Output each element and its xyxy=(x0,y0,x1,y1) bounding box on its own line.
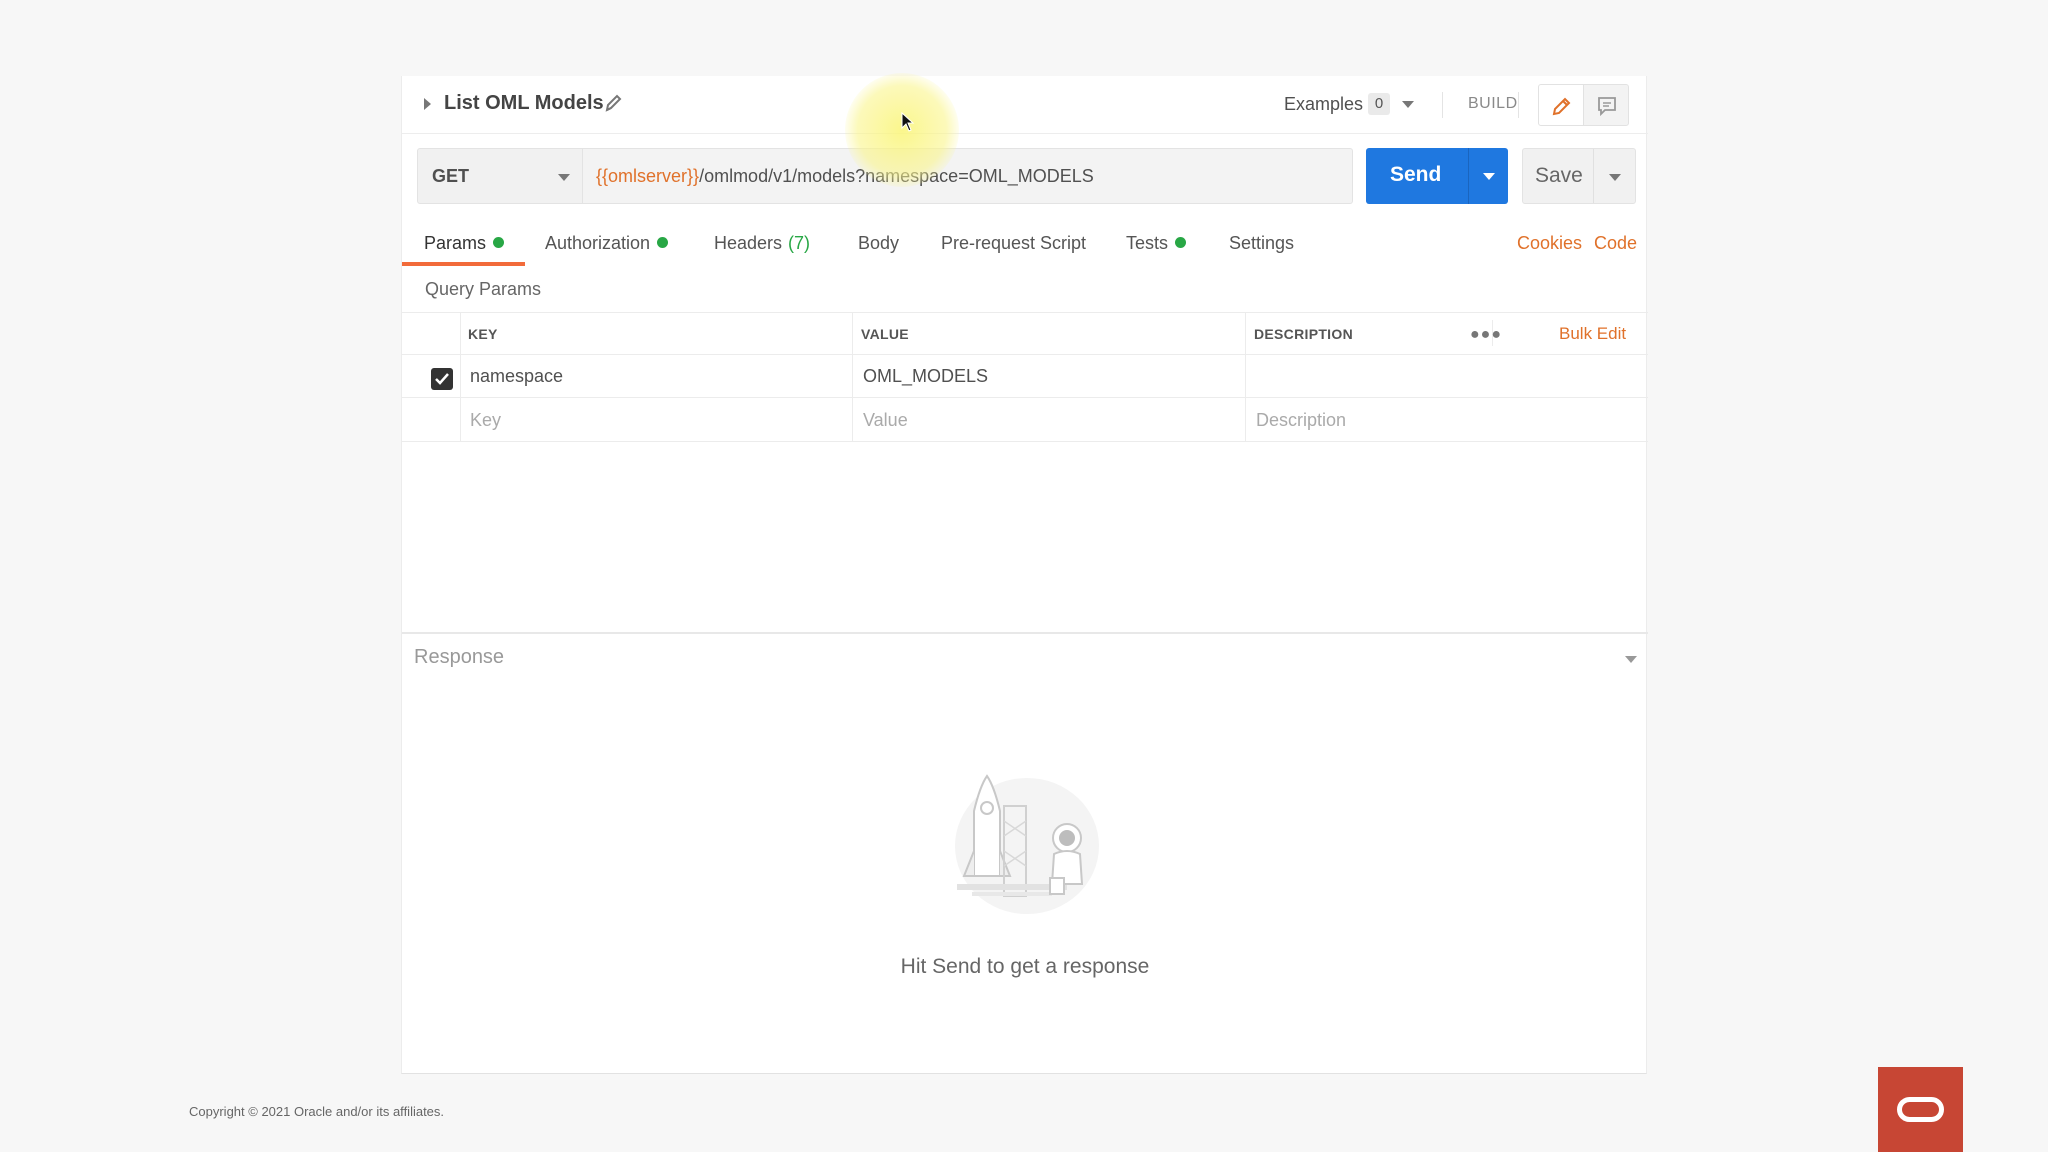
table-border xyxy=(402,354,1648,355)
pencil-icon xyxy=(1552,97,1571,116)
tab-params[interactable]: Params xyxy=(424,233,505,254)
chevron-down-icon xyxy=(558,174,570,181)
table-border xyxy=(1245,312,1246,441)
tab-authorization[interactable]: Authorization xyxy=(545,233,669,254)
more-options-icon[interactable]: ●●● xyxy=(1470,326,1502,344)
rename-pencil-icon[interactable] xyxy=(604,92,624,114)
cookies-link[interactable]: Cookies xyxy=(1517,233,1582,254)
save-label: Save xyxy=(1535,164,1583,187)
oracle-logo xyxy=(1878,1067,1963,1152)
copyright-text: Copyright © 2021 Oracle and/or its affil… xyxy=(189,1104,445,1119)
param-enabled-checkbox[interactable] xyxy=(431,368,453,390)
tab-headers[interactable]: Headers (7) xyxy=(714,233,810,254)
divider xyxy=(1518,92,1519,118)
tab-count: (7) xyxy=(788,233,811,253)
examples-count-badge: 0 xyxy=(1368,93,1390,115)
status-dot xyxy=(1175,237,1187,248)
table-border xyxy=(460,312,461,441)
url-variable: {{omlserver}} xyxy=(596,166,700,186)
empty-response-message: Hit Send to get a response xyxy=(900,955,1150,978)
code-link[interactable]: Code xyxy=(1594,233,1637,254)
new-value-input[interactable]: Value xyxy=(863,410,908,431)
checkmark-icon xyxy=(435,373,449,385)
tab-label: Body xyxy=(858,233,900,253)
response-divider[interactable] xyxy=(402,632,1648,634)
response-collapse-chevron-icon[interactable] xyxy=(1625,656,1637,663)
examples-chevron-down-icon[interactable] xyxy=(1402,101,1414,108)
tab-label: Headers xyxy=(714,233,783,253)
tab-label: Params xyxy=(424,233,487,253)
divider xyxy=(1593,149,1594,203)
new-description-input[interactable]: Description xyxy=(1256,410,1346,431)
table-border xyxy=(402,441,1648,442)
status-dot xyxy=(657,237,669,248)
tab-label: Pre-request Script xyxy=(941,233,1087,253)
comment-icon xyxy=(1598,97,1616,117)
oracle-ring-icon xyxy=(1897,1097,1944,1122)
tab-label: Authorization xyxy=(545,233,651,253)
table-border xyxy=(402,397,1648,398)
request-panel: List OML Models Examples 0 BUILD GET {{o… xyxy=(401,76,1648,1074)
collapse-caret-icon[interactable] xyxy=(424,98,431,110)
send-options-chevron-down-icon[interactable] xyxy=(1483,173,1495,180)
url-text: {{omlserver}}/omlmod/v1/models?namespace… xyxy=(596,166,1094,187)
divider xyxy=(1468,148,1469,204)
tab-body[interactable]: Body xyxy=(858,233,899,254)
tab-label: Tests xyxy=(1126,233,1169,253)
comments-button[interactable] xyxy=(1583,84,1629,126)
new-key-input[interactable]: Key xyxy=(470,410,501,431)
edit-mode-button[interactable] xyxy=(1538,84,1584,126)
method-value: GET xyxy=(432,166,470,186)
send-button[interactable]: Send xyxy=(1366,148,1508,204)
save-options-chevron-down-icon[interactable] xyxy=(1609,174,1621,181)
request-name[interactable]: List OML Models xyxy=(444,92,604,115)
table-border xyxy=(402,312,1648,313)
send-label: Send xyxy=(1390,163,1442,186)
tab-settings[interactable]: Settings xyxy=(1229,233,1294,254)
query-params-title: Query Params xyxy=(425,279,542,299)
request-header: List OML Models Examples 0 BUILD xyxy=(402,76,1648,134)
url-input[interactable]: {{omlserver}}/omlmod/v1/models?namespace… xyxy=(583,148,1353,204)
active-tab-indicator xyxy=(402,262,525,266)
rocket-astronaut-illustration-icon xyxy=(955,774,1099,914)
mouse-cursor-icon xyxy=(901,112,915,132)
examples-dropdown[interactable]: Examples xyxy=(1284,94,1363,115)
param-key-cell[interactable]: namespace xyxy=(470,366,563,387)
divider xyxy=(1442,92,1443,118)
table-border xyxy=(852,312,853,441)
column-header-key: KEY xyxy=(468,326,498,342)
tab-pre-request-script[interactable]: Pre-request Script xyxy=(941,233,1086,254)
tab-tests[interactable]: Tests xyxy=(1126,233,1187,254)
column-header-description: DESCRIPTION xyxy=(1254,326,1353,342)
method-select[interactable]: GET xyxy=(417,148,583,204)
bulk-edit-link[interactable]: Bulk Edit xyxy=(1559,324,1626,344)
tab-label: Settings xyxy=(1229,233,1295,253)
column-header-value: VALUE xyxy=(861,326,909,342)
response-title: Response xyxy=(414,646,505,668)
status-dot xyxy=(493,237,505,248)
build-mode-label[interactable]: BUILD xyxy=(1468,95,1518,113)
param-value-cell[interactable]: OML_MODELS xyxy=(863,366,988,387)
save-button[interactable]: Save xyxy=(1522,148,1636,204)
